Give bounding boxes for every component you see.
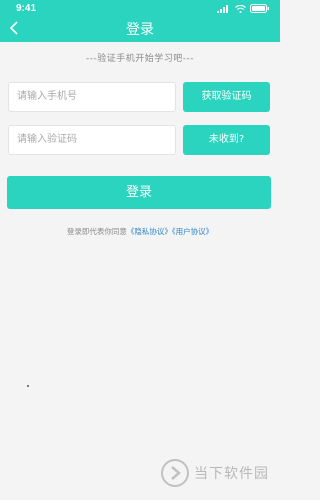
- page-title: 登录: [126, 22, 154, 38]
- agreement-text: 登录即代表你同意《隐私协议》《用户协议》: [0, 226, 280, 237]
- login-button[interactable]: 登录: [7, 176, 271, 209]
- code-input[interactable]: 请输入验证码: [8, 125, 176, 155]
- battery-icon: [250, 4, 269, 13]
- status-time: 9:41: [16, 3, 37, 14]
- status-icons: [217, 4, 270, 13]
- instruction-hint: ---验证手机开始学习吧---: [86, 54, 194, 64]
- agreement-prefix: 登录即代表你同意: [66, 227, 127, 236]
- wifi-icon: [235, 4, 246, 13]
- watermark-logo-icon: [161, 459, 189, 487]
- watermark-text: 当下软件园: [194, 466, 269, 482]
- privacy-agreement-link[interactable]: 《隐私协议》: [127, 227, 172, 236]
- signal-icon: [217, 4, 228, 13]
- status-bar: 9:41: [0, 0, 280, 16]
- phone-input[interactable]: 请输入手机号: [8, 82, 176, 112]
- stray-dot: [27, 385, 29, 387]
- nav-row: 登录: [0, 17, 280, 39]
- not-received-button[interactable]: 未收到?: [183, 125, 270, 155]
- top-bar: 9:41 登录: [0, 0, 280, 42]
- user-agreement-link[interactable]: 《用户协议》: [172, 227, 213, 236]
- get-code-button[interactable]: 获取验证码: [183, 82, 270, 112]
- watermark: 当下软件园: [160, 456, 272, 490]
